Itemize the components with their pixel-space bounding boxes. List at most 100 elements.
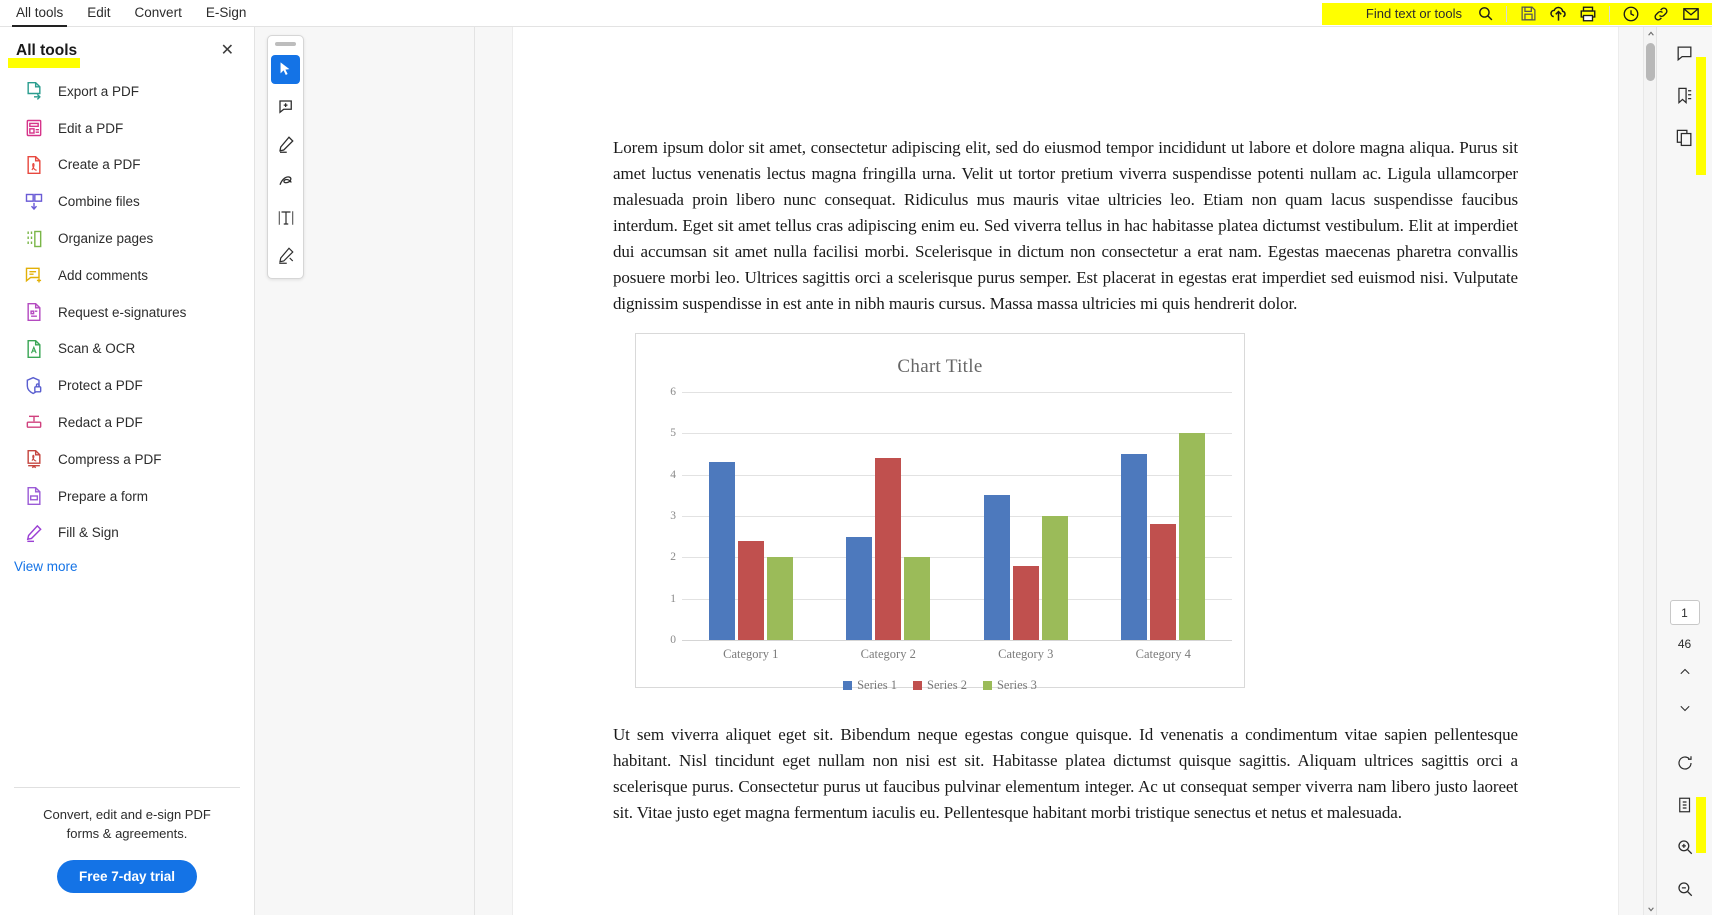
chart-bar bbox=[904, 557, 931, 640]
free-trial-button[interactable]: Free 7-day trial bbox=[56, 860, 198, 893]
link-icon[interactable] bbox=[1646, 0, 1676, 27]
sign-icon[interactable] bbox=[271, 240, 300, 269]
tool-list: Export a PDF Edit a PDF Create a PDF Com… bbox=[0, 63, 254, 551]
chart-bar-group bbox=[983, 392, 1068, 640]
all-tools-panel: All tools ✕ Export a PDF Edit a PDF Crea… bbox=[0, 27, 255, 915]
drag-handle[interactable] bbox=[275, 42, 296, 46]
view-more-link[interactable]: View more bbox=[0, 551, 254, 574]
chart-bar bbox=[983, 495, 1010, 640]
sidebar-item-create-a-pdf[interactable]: Create a PDF bbox=[0, 147, 254, 184]
menu-tab-label: All tools bbox=[16, 5, 64, 20]
upload-cloud-icon[interactable] bbox=[1543, 0, 1573, 27]
acrobat-window: All tools Edit Convert E-Sign Find text … bbox=[0, 0, 1712, 915]
document-scrollbar[interactable] bbox=[1643, 27, 1656, 915]
chart-legend: Series 1 Series 2 Series 3 bbox=[648, 678, 1232, 693]
add-comments-icon bbox=[24, 265, 44, 285]
create-pdf-icon bbox=[24, 155, 44, 175]
chart-legend-item: Series 1 bbox=[843, 678, 897, 693]
chart-category-label: Category 4 bbox=[1135, 647, 1191, 661]
select-cursor-icon[interactable] bbox=[271, 55, 300, 84]
zoom-out-icon[interactable] bbox=[1669, 873, 1701, 905]
sidebar-item-combine-files[interactable]: Combine files bbox=[0, 183, 254, 220]
add-comment-icon[interactable] bbox=[271, 92, 300, 121]
scrollbar-thumb[interactable] bbox=[1646, 43, 1655, 81]
top-menu-bar: All tools Edit Convert E-Sign Find text … bbox=[0, 0, 1712, 27]
sidebar-item-organize-pages[interactable]: Organize pages bbox=[0, 220, 254, 257]
sidebar-item-scan-and-ocr[interactable]: Scan & OCR bbox=[0, 331, 254, 368]
combine-files-icon bbox=[24, 192, 44, 212]
sidebar-item-prepare-a-form[interactable]: Prepare a form bbox=[0, 478, 254, 515]
find-text-or-tools-label[interactable]: Find text or tools bbox=[1366, 6, 1462, 21]
sidebar-item-label: Add comments bbox=[58, 267, 149, 283]
mail-icon[interactable] bbox=[1676, 0, 1706, 27]
edit-pdf-icon bbox=[24, 118, 44, 138]
top-right-toolbar: Find text or tools bbox=[1366, 0, 1712, 27]
right-rail: 1 46 bbox=[1656, 27, 1712, 915]
sidebar-item-label: Export a PDF bbox=[58, 83, 140, 99]
toolbar-divider bbox=[1506, 5, 1507, 22]
chart-bar bbox=[1150, 524, 1177, 640]
document-paragraph-1: Lorem ipsum dolor sit amet, consectetur … bbox=[613, 138, 1518, 313]
sidebar-item-label: Request e-signatures bbox=[58, 304, 187, 320]
protect-pdf-icon bbox=[24, 376, 44, 396]
highlight-pen-icon[interactable] bbox=[271, 129, 300, 158]
embedded-bar-chart: Chart Title 6 5 4 3 2 1 0 Category 1 Cat… bbox=[635, 333, 1245, 692]
page-title: All tools bbox=[16, 42, 78, 59]
chart-legend-swatch bbox=[843, 681, 853, 690]
menu-tab-label: E-Sign bbox=[205, 5, 247, 20]
chart-bar-groups bbox=[682, 392, 1232, 640]
chart-legend-swatch bbox=[913, 681, 923, 690]
chart-ytick-label: 1 bbox=[670, 592, 676, 605]
chart-legend-item: Series 2 bbox=[913, 678, 967, 693]
promo-text-line-2: forms & agreements. bbox=[66, 826, 188, 842]
chart-category-label: Category 3 bbox=[998, 647, 1054, 661]
scroll-down-icon[interactable] bbox=[1644, 902, 1656, 915]
previous-page-icon[interactable] bbox=[1669, 657, 1701, 687]
page-number-input[interactable]: 1 bbox=[1669, 600, 1700, 625]
scroll-up-icon[interactable] bbox=[1644, 27, 1656, 40]
chart-bar bbox=[1041, 516, 1068, 640]
sidebar-item-label: Redact a PDF bbox=[58, 415, 143, 431]
print-icon[interactable] bbox=[1573, 0, 1603, 27]
chart-axis-line bbox=[682, 640, 1232, 641]
save-icon[interactable] bbox=[1513, 0, 1543, 27]
sidebar-item-export-a-pdf[interactable]: Export a PDF bbox=[0, 73, 254, 110]
redact-pdf-icon bbox=[24, 413, 44, 433]
chart-ytick-label: 2 bbox=[670, 551, 676, 564]
next-page-icon[interactable] bbox=[1669, 693, 1701, 723]
chart-plot-area: 6 5 4 3 2 1 0 bbox=[670, 386, 1232, 646]
chart-category-label: Category 1 bbox=[723, 647, 779, 661]
chart-category-label: Category 2 bbox=[860, 647, 916, 661]
request-esign-icon bbox=[24, 302, 44, 322]
history-clock-icon[interactable] bbox=[1616, 0, 1646, 27]
chart-bar-group bbox=[708, 392, 793, 640]
sidebar-item-label: Prepare a form bbox=[58, 488, 149, 504]
sidebar-item-fill-and-sign[interactable]: Fill & Sign bbox=[0, 515, 254, 552]
menu-tab-all-tools[interactable]: All tools bbox=[4, 0, 75, 27]
rotate-icon[interactable] bbox=[1669, 747, 1701, 779]
close-icon[interactable]: ✕ bbox=[217, 41, 238, 61]
sidebar-item-label: Scan & OCR bbox=[58, 341, 136, 357]
highlight-annotation-rail-top bbox=[1696, 57, 1706, 175]
sidebar-item-edit-a-pdf[interactable]: Edit a PDF bbox=[0, 110, 254, 147]
sidebar-item-redact-a-pdf[interactable]: Redact a PDF bbox=[0, 404, 254, 441]
menu-tab-label: Convert bbox=[134, 5, 182, 20]
chart-bar bbox=[766, 557, 793, 640]
quick-tools-column bbox=[255, 27, 475, 915]
sidebar-item-add-comments[interactable]: Add comments bbox=[0, 257, 254, 294]
sidebar-item-request-e-signatures[interactable]: Request e-signatures bbox=[0, 294, 254, 331]
sidebar-item-label: Edit a PDF bbox=[58, 120, 124, 136]
sidebar-item-protect-a-pdf[interactable]: Protect a PDF bbox=[0, 367, 254, 404]
sidebar-item-compress-a-pdf[interactable]: Compress a PDF bbox=[0, 441, 254, 478]
divider bbox=[14, 787, 240, 789]
fill-sign-icon bbox=[24, 523, 44, 543]
menu-tab-edit[interactable]: Edit bbox=[75, 0, 122, 27]
toolbar-divider bbox=[1609, 5, 1610, 22]
add-text-icon[interactable] bbox=[271, 203, 300, 232]
chart-ytick-label: 5 bbox=[670, 427, 676, 440]
draw-freehand-icon[interactable] bbox=[271, 166, 300, 195]
menu-tab-esign[interactable]: E-Sign bbox=[194, 0, 259, 27]
search-icon[interactable] bbox=[1470, 0, 1500, 27]
document-viewer: Lorem ipsum dolor sit amet, consectetur … bbox=[475, 27, 1656, 915]
menu-tab-convert[interactable]: Convert bbox=[123, 0, 194, 27]
